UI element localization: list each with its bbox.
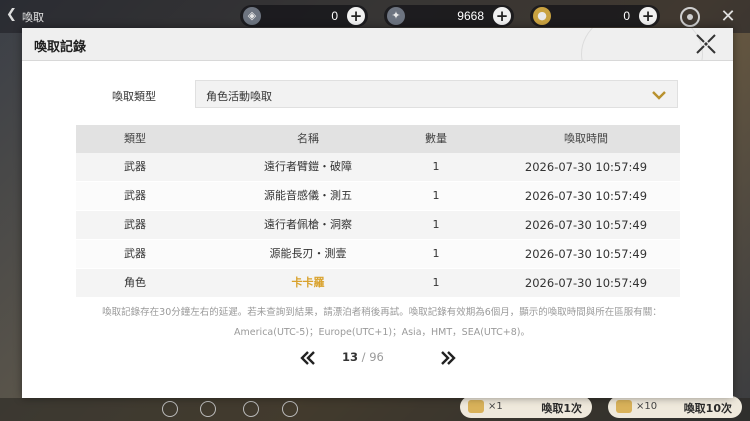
add-star-button[interactable]: +	[493, 7, 511, 25]
delay-notice: 喚取記錄存在30分鐘左右的延遲。若未查詢到結果，請漂泊者稍後再試。喚取記錄有效期…	[62, 303, 702, 343]
dialog-title: 喚取記錄	[34, 40, 87, 55]
total-pages: / 96	[361, 350, 384, 364]
chevron-down-icon	[651, 87, 667, 103]
row-time: 2026-07-30 10:57:49	[524, 160, 648, 174]
page-indicator: 13 / 96	[342, 350, 422, 364]
currency-value: 0	[623, 9, 630, 23]
currency-value: 9668	[457, 9, 484, 23]
previous-page-icon[interactable]	[298, 348, 318, 368]
back-icon[interactable]: ❮	[6, 8, 20, 22]
page-title: 喚取	[22, 11, 44, 24]
row-quantity: 1	[432, 160, 440, 173]
close-icon[interactable]: ✕	[716, 5, 740, 29]
table-row: 武器 源能長刃・測壹 1 2026-07-30 10:57:49	[76, 240, 680, 269]
table-row: 武器 遠行者佩槍・洞察 1 2026-07-30 10:57:49	[76, 211, 680, 240]
ticket-icon	[468, 400, 484, 413]
pull-ten-count: ×10	[636, 401, 658, 412]
table-row: 武器 源能音感儀・測五 1 2026-07-30 10:57:49	[76, 182, 680, 211]
table-row: 角色 卡卡羅 1 2026-07-30 10:57:49	[76, 269, 680, 298]
row-quantity: 1	[432, 218, 440, 231]
pull-once-label: 喚取1次	[541, 402, 582, 415]
row-time: 2026-07-30 10:57:49	[524, 276, 648, 290]
pull-record-dialog: 喚取記錄 喚取類型 角色活動喚取 類型 名稱 數量 喚取時間 武器 遠行者臂鎧・…	[22, 28, 733, 398]
coin-icon: ●	[533, 7, 551, 25]
column-header-time: 喚取時間	[564, 132, 608, 145]
row-quantity: 1	[432, 189, 440, 202]
pull-type-select[interactable]: 角色活動喚取	[195, 80, 678, 108]
currency-coin: ● 0 +	[530, 5, 660, 27]
pull-once-button[interactable]: ×1 喚取1次	[460, 396, 592, 418]
cart-icon[interactable]	[162, 401, 178, 417]
row-type: 武器	[124, 189, 146, 202]
row-time: 2026-07-30 10:57:49	[524, 247, 648, 261]
row-type: 武器	[124, 247, 146, 260]
table-row: 武器 遠行者臂鎧・破障 1 2026-07-30 10:57:49	[76, 153, 680, 182]
currency-value: 0	[331, 9, 338, 23]
star-icon: ✦	[387, 7, 405, 25]
dialog-header: 喚取記錄	[22, 28, 733, 61]
column-header-quantity: 數量	[425, 132, 447, 145]
pull-type-label: 喚取類型	[112, 90, 156, 103]
next-page-icon[interactable]	[438, 348, 458, 368]
row-time: 2026-07-30 10:57:49	[524, 189, 648, 203]
pull-type-value: 角色活動喚取	[206, 90, 272, 103]
pull-once-count: ×1	[488, 401, 503, 412]
row-type: 武器	[124, 218, 146, 231]
currency-star: ✦ 9668 +	[384, 5, 514, 27]
pull-ten-button[interactable]: ×10 喚取10次	[608, 396, 742, 418]
notice-line-2: America(UTC-5)；Europe(UTC+1)；Asia，HMT，SE…	[234, 327, 530, 338]
record-table: 類型 名稱 數量 喚取時間 武器 遠行者臂鎧・破障 1 2026-07-30 1…	[76, 125, 680, 298]
row-time: 2026-07-30 10:57:49	[524, 218, 648, 232]
row-quantity: 1	[432, 247, 440, 260]
row-quantity: 1	[432, 276, 440, 289]
add-coin-button[interactable]: +	[639, 7, 657, 25]
current-page: 13	[342, 350, 359, 364]
close-icon[interactable]	[694, 32, 718, 56]
gem-icon: ◈	[243, 7, 261, 25]
table-header: 類型 名稱 數量 喚取時間	[76, 125, 680, 153]
history-icon[interactable]	[282, 401, 298, 417]
book-icon[interactable]	[243, 401, 259, 417]
currency-gem: ◈ 0 +	[240, 5, 368, 27]
notice-line-1: 喚取記錄存在30分鐘左右的延遲。若未查詢到結果，請漂泊者稍後再試。喚取記錄有效期…	[102, 307, 662, 318]
ticket-icon	[616, 400, 632, 413]
record-icon[interactable]	[200, 401, 216, 417]
row-type: 武器	[124, 160, 146, 173]
row-type: 角色	[124, 276, 146, 289]
add-gem-button[interactable]: +	[347, 7, 365, 25]
target-icon[interactable]	[680, 7, 700, 27]
column-header-type: 類型	[124, 132, 146, 145]
header-decoration	[581, 28, 703, 60]
pull-ten-label: 喚取10次	[683, 402, 732, 415]
pagination: 13 / 96	[22, 348, 733, 368]
